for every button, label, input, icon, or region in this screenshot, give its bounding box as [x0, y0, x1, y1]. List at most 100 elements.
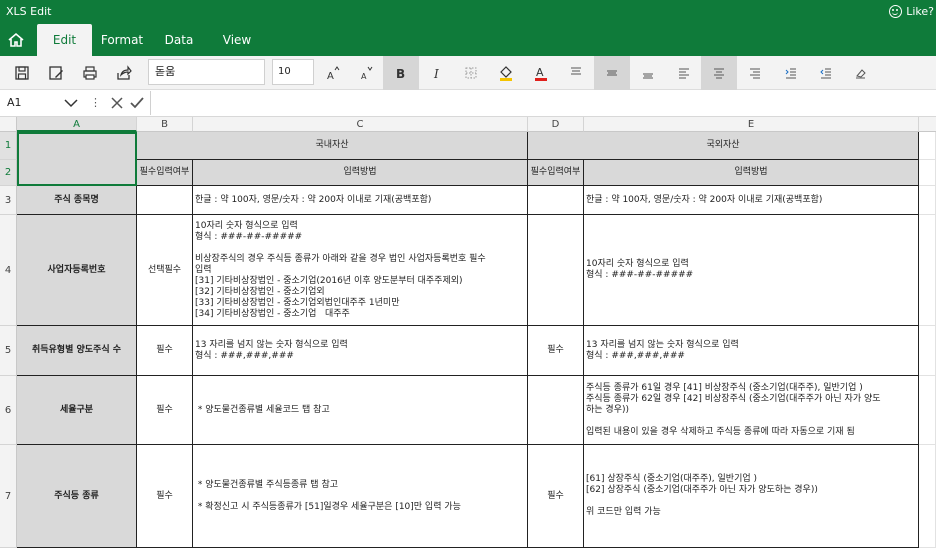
title-bar: XLS Edit Like? [0, 0, 936, 24]
clear-format-button[interactable] [843, 56, 879, 90]
cell-d3[interactable] [528, 186, 584, 215]
svg-text:B: B [396, 67, 405, 81]
row-header-7[interactable]: 7 [0, 445, 17, 548]
row-label-share-count[interactable]: 취득유형별 양도주식 수 [17, 326, 137, 376]
row-label-tax-rate-type[interactable]: 세율구분 [17, 376, 137, 445]
column-header-c[interactable]: C [193, 117, 528, 132]
cell-b7[interactable]: 필수 [137, 445, 193, 548]
print-icon [83, 66, 97, 80]
row-header-2[interactable]: 2 [0, 160, 17, 186]
column-header-f[interactable] [919, 117, 936, 132]
cell-a1[interactable] [17, 132, 137, 186]
row-header-1[interactable]: 1 [0, 132, 17, 160]
tab-format[interactable]: Format [96, 24, 148, 56]
cell-c5[interactable]: 13 자리를 넘지 않는 숫자 형식으로 입력 형식 : ###,###,### [193, 326, 528, 376]
formula-input[interactable] [150, 91, 936, 115]
borders-button[interactable] [453, 56, 489, 90]
cell-e6[interactable]: 주식등 종류가 61일 경우 [41] 비상장주식 (중소기업(대주주), 일반… [584, 376, 919, 445]
cell-c6[interactable]: * 양도물건종류별 세율코드 탭 참고 [193, 376, 528, 445]
align-right-button[interactable] [737, 56, 773, 90]
align-center-button[interactable] [701, 56, 737, 90]
cell-c3[interactable]: 한글 : 약 100자, 영문/숫자 : 약 200자 이내로 기재(공백포함) [193, 186, 528, 215]
spreadsheet-grid[interactable]: A B C D E 1 2 3 4 5 6 7 국내자산 국외자산 필수입력여부… [0, 117, 936, 548]
cell-b3[interactable] [137, 186, 193, 215]
save-as-button[interactable] [38, 56, 74, 90]
cell-e3[interactable]: 한글 : 약 100자, 영문/숫자 : 약 200자 이내로 기재(공백포함) [584, 186, 919, 215]
align-top-button[interactable] [558, 56, 594, 90]
cell-e5[interactable]: 13 자리를 넘지 않는 숫자 형식으로 입력 형식 : ###,###,### [584, 326, 919, 376]
cell-b5[interactable]: 필수 [137, 326, 193, 376]
font-name-input[interactable]: 돋움 [148, 59, 265, 85]
cell-d4[interactable] [528, 215, 584, 326]
column-header-d[interactable]: D [528, 117, 584, 132]
cell-e4[interactable]: 10자리 숫자 형식으로 입력 형식 : ###-##-##### [584, 215, 919, 326]
font-grow-button[interactable]: A [314, 56, 350, 90]
row-header-4[interactable]: 4 [0, 215, 17, 326]
column-header-b[interactable]: B [137, 117, 193, 132]
cell-f6[interactable] [919, 376, 936, 445]
check-icon[interactable] [129, 95, 145, 111]
align-bottom-icon [643, 73, 653, 79]
indent-decrease-icon [820, 68, 831, 79]
cell-d6[interactable] [528, 376, 584, 445]
align-bottom-button[interactable] [630, 56, 666, 90]
select-all-corner[interactable] [0, 117, 17, 132]
row-header-6[interactable]: 6 [0, 376, 17, 445]
column-header-a[interactable]: A [17, 117, 137, 132]
home-icon[interactable] [6, 31, 26, 49]
cancel-icon[interactable] [110, 95, 124, 111]
svg-text:A: A [536, 66, 544, 79]
cell-f7[interactable] [919, 445, 936, 548]
font-color-button[interactable]: A [523, 56, 559, 90]
indent-increase-button[interactable] [773, 56, 809, 90]
align-middle-icon [607, 70, 617, 76]
smiley-icon [889, 5, 903, 18]
align-top-icon [571, 67, 581, 75]
row-header-3[interactable]: 3 [0, 186, 17, 215]
save-button[interactable] [4, 56, 40, 90]
tab-edit[interactable]: Edit [37, 24, 92, 56]
header-required-domestic[interactable]: 필수입력여부 [137, 160, 193, 186]
cell-c4[interactable]: 10자리 숫자 형식으로 입력 형식 : ###-##-##### 비상장주식의… [193, 215, 528, 326]
row-header-5[interactable]: 5 [0, 326, 17, 376]
font-grow-icon: A [327, 66, 340, 81]
row-label-stock-type[interactable]: 주식등 종류 [17, 445, 137, 548]
cell-f1[interactable] [919, 132, 936, 160]
cell-c7[interactable]: * 양도물건종류별 주식등종류 탭 참고 * 확정신고 시 주식등종류가 [51… [193, 445, 528, 548]
indent-decrease-button[interactable] [808, 56, 844, 90]
cell-d7[interactable]: 필수 [528, 445, 584, 548]
print-button[interactable] [72, 56, 108, 90]
app-title: XLS Edit [6, 5, 52, 18]
tab-view[interactable]: View [215, 24, 259, 56]
cell-f4[interactable] [919, 215, 936, 326]
fill-color-button[interactable] [488, 56, 524, 90]
share-button[interactable] [106, 56, 142, 90]
font-size-input[interactable]: 10 [272, 59, 314, 85]
cell-f5[interactable] [919, 326, 936, 376]
column-header-e[interactable]: E [584, 117, 919, 132]
like-label: Like? [906, 5, 934, 18]
cell-e7[interactable]: [61] 상장주식 (중소기업(대주주), 일반기업 ) [62] 상장주식 (… [584, 445, 919, 548]
cell-b6[interactable]: 필수 [137, 376, 193, 445]
row-label-stock-name[interactable]: 주식 종목명 [17, 186, 137, 215]
header-domestic[interactable]: 국내자산 [137, 132, 528, 160]
cell-b4[interactable]: 선택필수 [137, 215, 193, 326]
cell-f3[interactable] [919, 186, 936, 215]
cell-f2[interactable] [919, 160, 936, 186]
row-label-business-number[interactable]: 사업자등록번호 [17, 215, 137, 326]
more-icon[interactable]: ⋮ [90, 96, 101, 109]
header-method-domestic[interactable]: 입력방법 [193, 160, 528, 186]
font-shrink-button[interactable]: A [348, 56, 384, 90]
header-required-foreign[interactable]: 필수입력여부 [528, 160, 584, 186]
chevron-down-icon[interactable] [62, 94, 80, 112]
bold-button[interactable]: B [383, 56, 419, 90]
header-foreign[interactable]: 국외자산 [528, 132, 919, 160]
cell-d5[interactable]: 필수 [528, 326, 584, 376]
italic-icon: I [433, 67, 439, 81]
tab-data[interactable]: Data [158, 24, 200, 56]
align-middle-button[interactable] [594, 56, 630, 90]
like-button[interactable]: Like? [889, 5, 934, 18]
italic-button[interactable]: I [419, 56, 455, 90]
header-method-foreign[interactable]: 입력방법 [584, 160, 919, 186]
align-left-button[interactable] [666, 56, 702, 90]
